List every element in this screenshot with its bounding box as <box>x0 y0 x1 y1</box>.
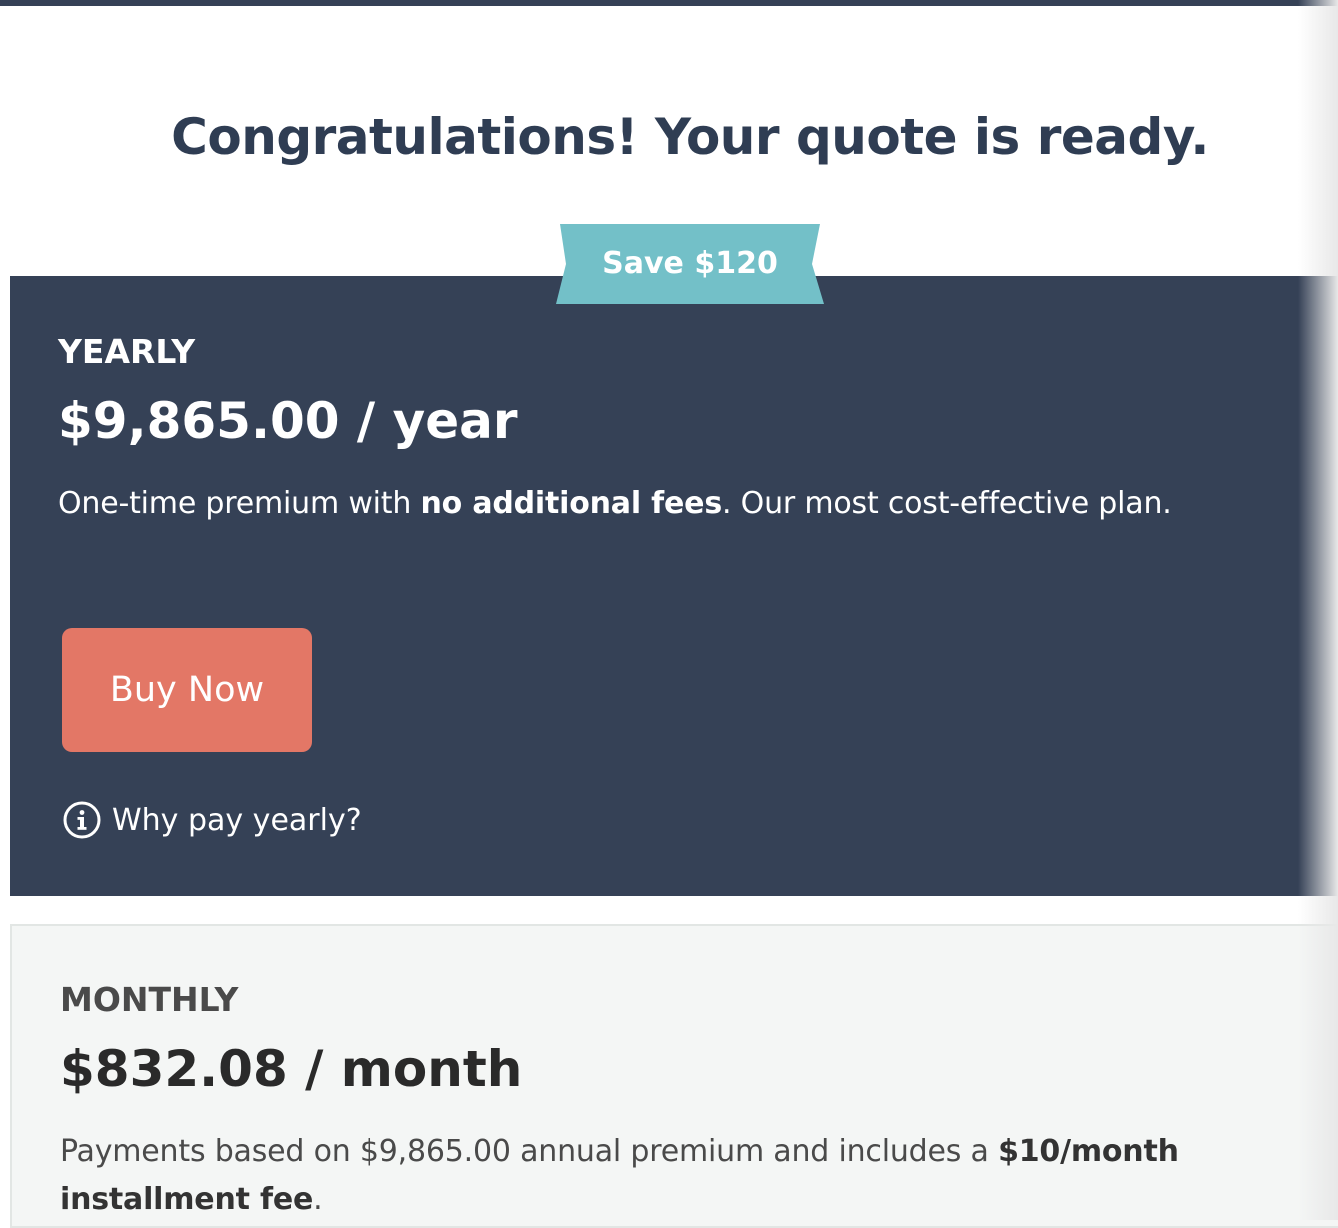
buy-now-button[interactable]: Buy Now <box>62 628 312 752</box>
monthly-plan-label: MONTHLY <box>60 980 239 1019</box>
right-edge-shadow <box>1298 0 1338 1220</box>
info-circle-icon <box>63 801 101 839</box>
page-title: Congratulations! Your quote is ready. <box>171 108 1209 166</box>
why-pay-yearly-label: Why pay yearly? <box>112 802 362 838</box>
yearly-desc-emphasis: no additional fees <box>420 486 723 521</box>
monthly-plan-card: MONTHLY $832.08 / month Payments based o… <box>10 924 1338 1228</box>
monthly-plan-price: $832.08 / month <box>60 1040 523 1098</box>
yearly-plan-description: One-time premium with no additional fees… <box>58 480 1172 528</box>
monthly-desc-text-end: . <box>313 1182 323 1217</box>
yearly-plan-card: YEARLY $9,865.00 / year One-time premium… <box>10 276 1338 896</box>
yearly-plan-label: YEARLY <box>58 332 196 371</box>
yearly-desc-text-end: . Our most cost-effective plan. <box>721 486 1172 521</box>
monthly-desc-text: Payments based on $9,865.00 annual premi… <box>60 1134 999 1169</box>
save-badge: Save $120 <box>556 224 824 304</box>
why-pay-yearly-link[interactable]: Why pay yearly? <box>62 798 362 842</box>
monthly-plan-description: Payments based on $9,865.00 annual premi… <box>60 1128 1220 1224</box>
save-badge-label: Save $120 <box>602 246 778 281</box>
yearly-desc-text: One-time premium with <box>58 486 421 521</box>
top-border <box>0 0 1338 6</box>
yearly-plan-price: $9,865.00 / year <box>58 392 518 450</box>
